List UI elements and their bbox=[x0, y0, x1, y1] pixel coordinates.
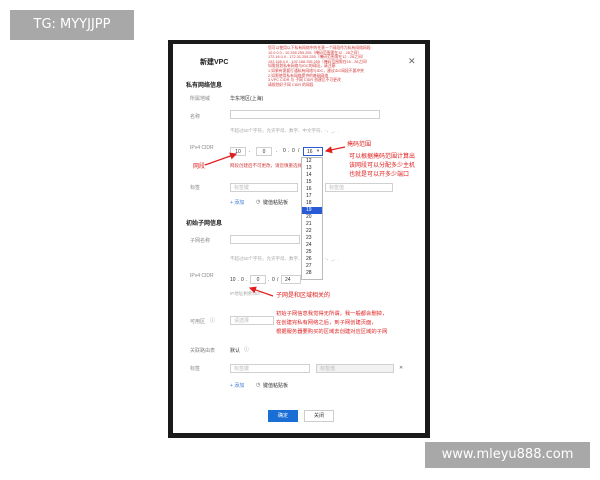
annotation-subnet-region: 子网是和区域相关的 bbox=[276, 293, 331, 299]
annotation-mask-explain-2: 该网段可以分配多少主机 bbox=[349, 163, 416, 169]
annotation-segment: 网段 bbox=[193, 164, 206, 170]
arrow-to-mask bbox=[324, 146, 346, 154]
arrow-to-subnet bbox=[248, 286, 274, 297]
annotation-subnet-explain-2: 在创建完私有网络之后，到子网创建页面， bbox=[276, 320, 377, 326]
annotation-mask-range: 掩码范围 bbox=[347, 142, 372, 148]
annotation-mask-explain-3: 也就是可以开多少端口 bbox=[349, 172, 410, 178]
annotation-subnet-explain-3: 根据服务器要购买的区域去创建对应区域的子网 bbox=[276, 329, 388, 335]
arrow-to-segment bbox=[204, 152, 238, 166]
annotation-arrows bbox=[204, 146, 346, 297]
annotation-mask-explain-1: 可以根据掩码范围计算出 bbox=[349, 154, 416, 160]
annotation-subnet-explain-1: 初始子网信息我觉得无所谓，我一般都会删掉， bbox=[276, 311, 388, 317]
